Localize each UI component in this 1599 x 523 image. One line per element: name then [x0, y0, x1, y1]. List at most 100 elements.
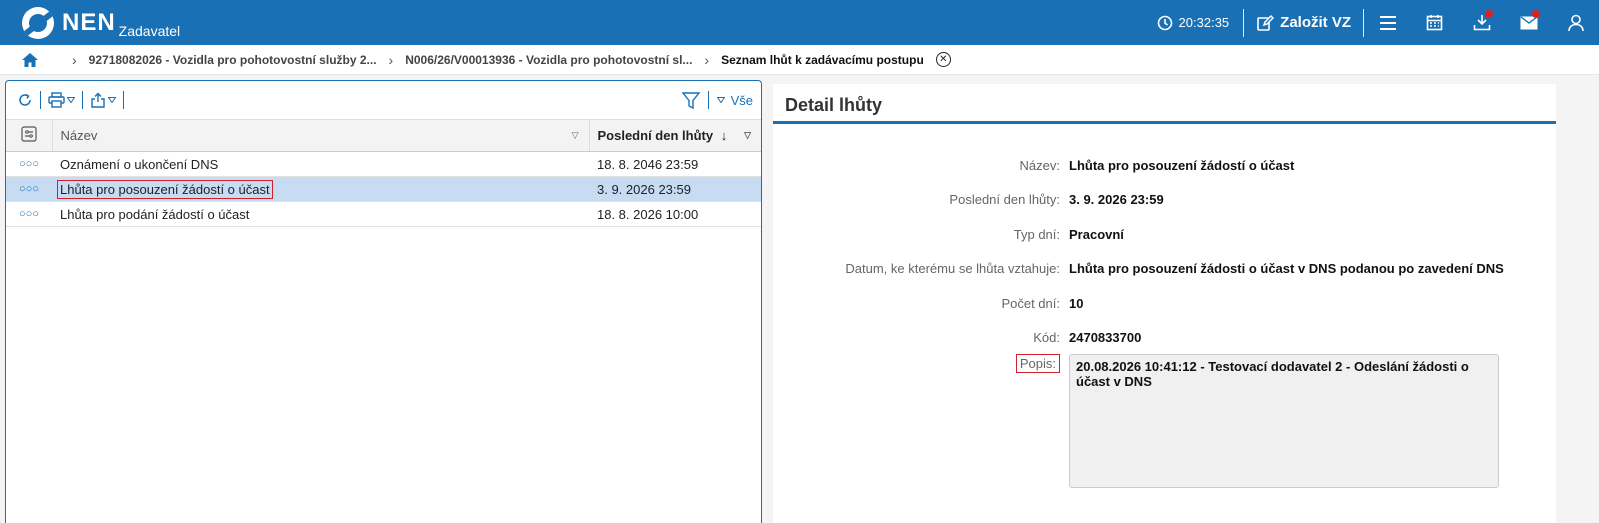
deadlines-table: Název ▽ Poslední den lhůty ↓ ▽ ○○○ Oznám…	[6, 119, 761, 227]
field-label: Datum, ke kterému se lhůta vztahuje:	[845, 261, 1060, 276]
calendar-icon	[1426, 15, 1443, 31]
notification-dot	[1485, 10, 1493, 18]
filter-controls: Vše	[681, 81, 753, 119]
user-icon	[1567, 14, 1584, 31]
chevron-right-icon: ›	[704, 51, 710, 68]
detail-field-name: Název: Lhůta pro posouzení žádostí o úča…	[773, 158, 1556, 173]
chevron-down-icon	[67, 97, 75, 103]
calendar-button[interactable]	[1411, 0, 1458, 45]
column-settings-button[interactable]	[6, 119, 53, 152]
row-deadline: 18. 8. 2026 10:00	[589, 201, 761, 227]
content-area: Vše Název ▽ Poslední den lhůty ↓ ▽ ○○○ O…	[0, 75, 1599, 523]
field-value: Pracovní	[1069, 227, 1124, 242]
detail-field-reference-date: Datum, ke kterému se lhůta vztahuje: Lhů…	[773, 261, 1556, 276]
row-actions-icon[interactable]: ○○○	[6, 151, 52, 177]
divider	[82, 91, 83, 109]
user-button[interactable]	[1552, 0, 1599, 45]
column-header-name[interactable]: Název ▽	[52, 119, 590, 152]
detail-field-day-count: Počet dní: 10	[773, 296, 1556, 311]
home-icon	[22, 52, 38, 67]
field-label: Popis:	[1015, 354, 1060, 373]
field-label: Název:	[1019, 158, 1060, 173]
logo-subtitle: Zadavatel	[118, 22, 181, 39]
downloads-button[interactable]	[1458, 0, 1505, 45]
menu-button[interactable]	[1364, 0, 1411, 45]
top-bar: NEN Zadavatel 20:32:35 Založit VZ	[0, 0, 1599, 45]
notification-dot	[1532, 10, 1540, 18]
field-label: Typ dní:	[1013, 227, 1060, 242]
field-value: 10	[1069, 296, 1084, 311]
row-name: Oznámení o ukončení DNS	[52, 151, 589, 177]
create-tender-label: Založit VZ	[1280, 14, 1351, 31]
share-icon	[91, 92, 105, 108]
menu-icon	[1379, 15, 1396, 30]
clock-icon	[1157, 15, 1172, 30]
divider	[40, 91, 41, 109]
field-label-cell: Popis:	[773, 354, 1060, 488]
description-textarea[interactable]: 20.08.2026 10:41:12 - Testovací dodavate…	[1069, 354, 1499, 488]
table-row-selected[interactable]: ○○○ Lhůta pro posouzení žádostí o účast …	[6, 176, 761, 202]
column-settings-icon	[21, 126, 37, 142]
print-icon	[48, 92, 65, 108]
detail-field-description: Popis: 20.08.2026 10:41:12 - Testovací d…	[773, 354, 1556, 488]
divider	[707, 91, 709, 109]
detail-field-day-type: Typ dní: Pracovní	[773, 227, 1556, 242]
field-label: Kód:	[1033, 330, 1060, 345]
close-icon: ✕	[939, 53, 948, 65]
breadcrumb-current: Seznam lhůt k zadávacímu postupu	[721, 52, 924, 67]
column-menu-icon[interactable]: ▽	[572, 130, 579, 141]
row-actions-icon[interactable]: ○○○	[6, 176, 52, 202]
column-menu-icon[interactable]: ▽	[744, 130, 751, 141]
detail-field-code: Kód: 2470833700	[773, 330, 1556, 345]
home-button[interactable]	[0, 52, 60, 68]
row-deadline: 3. 9. 2026 23:59	[589, 176, 761, 202]
row-name: Lhůta pro podání žádostí o účast	[52, 201, 589, 227]
filter-icon[interactable]	[681, 91, 700, 109]
filter-all-selector[interactable]: Vše	[731, 93, 753, 108]
refresh-icon	[19, 93, 31, 106]
chevron-right-icon: ›	[388, 51, 394, 68]
detail-title: Detail lhůty	[773, 90, 1556, 124]
row-name-cell: Lhůta pro posouzení žádostí o účast	[52, 176, 589, 202]
field-value: 3. 9. 2026 23:59	[1069, 192, 1164, 207]
messages-button[interactable]	[1505, 0, 1552, 45]
field-value: 2470833700	[1069, 330, 1142, 345]
field-value: Lhůta pro posouzení žádostí o účast	[1069, 158, 1295, 173]
column-header-deadline-label: Poslední den lhůty	[597, 128, 714, 143]
field-value: Lhůta pro posouzení žádosti o účast v DN…	[1069, 261, 1504, 276]
logo-text: NEN	[62, 8, 116, 36]
export-button[interactable]	[85, 92, 121, 108]
breadcrumb: › 92718082026 - Vozidla pro pohotovostní…	[0, 45, 1599, 75]
top-actions: 20:32:35 Založit VZ	[1157, 0, 1599, 45]
divider	[123, 91, 124, 109]
deadlines-list-panel: Vše Název ▽ Poslední den lhůty ↓ ▽ ○○○ O…	[5, 80, 762, 523]
edit-icon	[1257, 14, 1275, 31]
nen-logo-icon	[22, 6, 54, 39]
nen-logo[interactable]: NEN Zadavatel	[22, 0, 180, 45]
session-clock: 20:32:35	[1157, 15, 1244, 31]
refresh-button[interactable]	[12, 92, 38, 108]
column-header-deadline[interactable]: Poslední den lhůty ↓ ▽	[589, 119, 761, 152]
list-toolbar: Vše	[6, 81, 761, 119]
chevron-down-icon	[716, 97, 725, 103]
row-actions-icon[interactable]: ○○○	[6, 201, 52, 227]
sort-descending-icon: ↓	[720, 128, 728, 143]
deadline-detail-panel: Detail lhůty Název: Lhůta pro posouzení …	[773, 84, 1556, 523]
chevron-right-icon: ›	[72, 51, 77, 68]
table-header-row: Název ▽ Poslední den lhůty ↓ ▽	[6, 119, 761, 152]
close-tab-button[interactable]: ✕	[935, 52, 951, 67]
row-name: Lhůta pro posouzení žádostí o účast	[57, 179, 273, 199]
table-row[interactable]: ○○○ Lhůta pro podání žádostí o účast 18.…	[6, 201, 761, 227]
chevron-down-icon	[108, 97, 116, 103]
detail-field-deadline: Poslední den lhůty: 3. 9. 2026 23:59	[773, 192, 1556, 207]
row-deadline: 18. 8. 2046 23:59	[589, 151, 761, 177]
field-label: Poslední den lhůty:	[949, 192, 1060, 207]
field-label: Počet dní:	[1001, 296, 1060, 311]
print-button[interactable]	[43, 92, 80, 108]
column-header-name-label: Název	[60, 128, 98, 143]
breadcrumb-item-tender[interactable]: 92718082026 - Vozidla pro pohotovostní s…	[89, 53, 377, 67]
breadcrumb-item-procedure[interactable]: N006/26/V00013936 - Vozidla pro pohotovo…	[405, 53, 692, 67]
session-time: 20:32:35	[1178, 15, 1230, 30]
table-row[interactable]: ○○○ Oznámení o ukončení DNS 18. 8. 2046 …	[6, 151, 761, 177]
create-tender-button[interactable]: Založit VZ	[1244, 14, 1363, 32]
